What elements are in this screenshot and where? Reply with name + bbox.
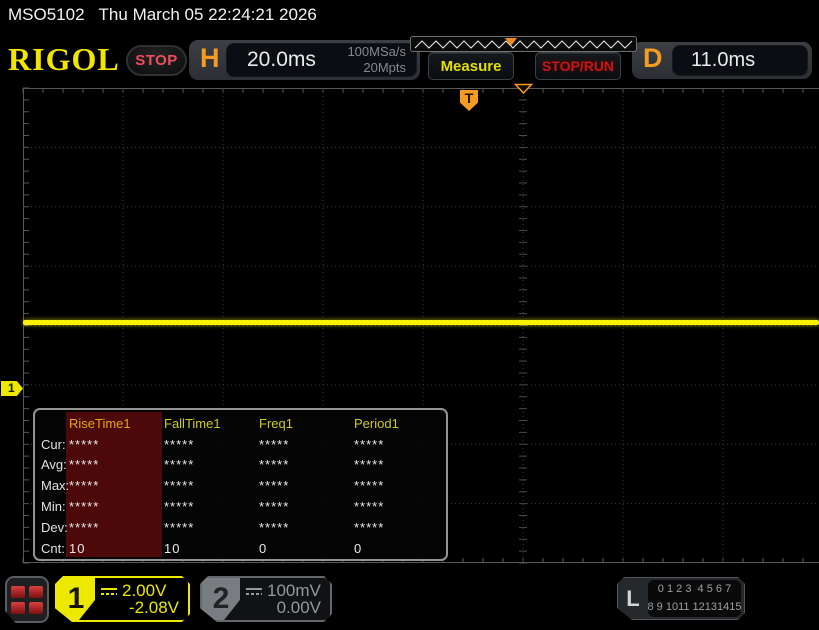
horizontal-readout: 20.0ms 100MSa/s 20Mpts — [226, 43, 417, 77]
measure-cell: ***** — [162, 499, 257, 514]
measure-row-label: Max: — [39, 478, 67, 493]
logic-analyzer-badge[interactable]: L 0 1 2 3 4 5 6 7 8 9 1011 12131415 — [617, 577, 745, 620]
measure-column-header: FallTime1 — [162, 416, 257, 431]
measure-column-header: Freq1 — [257, 416, 352, 431]
measure-cell: 10 — [162, 541, 257, 556]
measure-column-header: Period1 — [352, 416, 447, 431]
measure-cell: ***** — [162, 457, 257, 472]
measure-cell: ***** — [67, 520, 162, 535]
measure-cell: ***** — [352, 457, 447, 472]
waveform-overview-strip[interactable] — [410, 36, 637, 52]
measure-cell: ***** — [352, 499, 447, 514]
measure-cell: ***** — [352, 437, 447, 452]
logic-channels-row2: 8 9 1011 12131415 — [648, 599, 742, 616]
delay-value: 11.0ms — [691, 49, 755, 72]
logic-channel-list: 0 1 2 3 4 5 6 7 8 9 1011 12131415 — [648, 580, 741, 617]
measure-cell: ***** — [257, 499, 352, 514]
delay-control[interactable]: D 11.0ms — [632, 42, 812, 79]
measure-row-label: Avg: — [39, 457, 67, 472]
quick-menu-button[interactable] — [5, 576, 49, 623]
channel1-number: 1 — [57, 578, 95, 620]
measure-cell: ***** — [67, 437, 162, 452]
horizontal-label: H — [200, 43, 220, 74]
measure-row-label: Cur: — [39, 437, 67, 452]
oscilloscope-screen: MSO5102Thu March 05 22:24:21 2026 RIGOL … — [0, 0, 819, 630]
channel2-number: 2 — [202, 578, 240, 620]
menu-grid-icon — [29, 602, 43, 614]
measure-row-label: Dev: — [39, 520, 67, 535]
dc-coupling-icon — [246, 587, 262, 596]
measure-cell: ***** — [162, 478, 257, 493]
measure-row-label: Min: — [39, 499, 67, 514]
dc-coupling-icon — [101, 587, 117, 596]
sample-rate-value: 100MSa/s — [347, 44, 406, 59]
rigol-logo: RIGOL — [8, 41, 120, 78]
measure-cell: ***** — [257, 478, 352, 493]
channel2-badge[interactable]: 2 100mV 0.00V — [200, 576, 332, 622]
logic-channels-row1: 0 1 2 3 4 5 6 7 — [658, 581, 731, 598]
measure-cell: ***** — [352, 478, 447, 493]
measure-cell: 0 — [257, 541, 352, 556]
datetime: Thu March 05 22:24:21 2026 — [99, 5, 317, 24]
trigger-position-icon[interactable] — [516, 85, 532, 94]
measure-cell: 10 — [67, 541, 162, 556]
measure-cell: ***** — [257, 457, 352, 472]
channel1-badge[interactable]: 1 2.00V -2.08V — [55, 576, 190, 622]
measure-cell: ***** — [352, 520, 447, 535]
measurement-grid: RiseTime1 FallTime1 Freq1 Period1 Cur: *… — [39, 413, 444, 556]
horizontal-timebase-control[interactable]: H 20.0ms 100MSa/s 20Mpts — [189, 40, 420, 80]
device-model: MSO5102 — [8, 5, 85, 24]
delay-label: D — [643, 43, 663, 74]
measurement-panel: RiseTime1 FallTime1 Freq1 Period1 Cur: *… — [33, 408, 448, 561]
measure-cell: ***** — [162, 520, 257, 535]
channel1-offset-value: -2.08V — [129, 598, 179, 618]
memory-depth-value: 20Mpts — [363, 60, 406, 75]
measure-cell: ***** — [257, 437, 352, 452]
logic-label: L — [618, 578, 648, 619]
menu-grid-icon — [11, 586, 25, 598]
measure-cell: ***** — [67, 478, 162, 493]
trigger-position-strip-icon[interactable] — [505, 38, 517, 46]
delay-readout: 11.0ms — [672, 45, 808, 76]
measure-cell: 0 — [352, 541, 447, 556]
measure-cell: ***** — [67, 457, 162, 472]
trigger-level-marker[interactable]: T — [460, 90, 478, 111]
measure-column-header: RiseTime1 — [67, 416, 162, 431]
channel2-offset-value: 0.00V — [277, 598, 321, 618]
channel1-offset-marker[interactable]: 1 — [1, 381, 23, 396]
measure-button[interactable]: Measure — [428, 52, 514, 80]
stop-run-button[interactable]: STOP/RUN — [535, 52, 621, 80]
overview-zigzag-icon — [411, 37, 636, 51]
channel1-trace — [23, 320, 819, 325]
menu-grid-icon — [11, 602, 25, 614]
measure-row-label: Cnt: — [39, 541, 67, 556]
timebase-value: 20.0ms — [247, 48, 316, 72]
measure-cell: ***** — [162, 437, 257, 452]
acquisition-status-badge: STOP — [126, 45, 187, 76]
menu-grid-icon — [29, 586, 43, 598]
measure-cell: ***** — [67, 499, 162, 514]
sample-rate-readout: 100MSa/s 20Mpts — [347, 44, 406, 75]
titlebar: MSO5102 Thu March 05 22:24:21 2026 — [8, 5, 317, 25]
measure-cell: ***** — [257, 520, 352, 535]
